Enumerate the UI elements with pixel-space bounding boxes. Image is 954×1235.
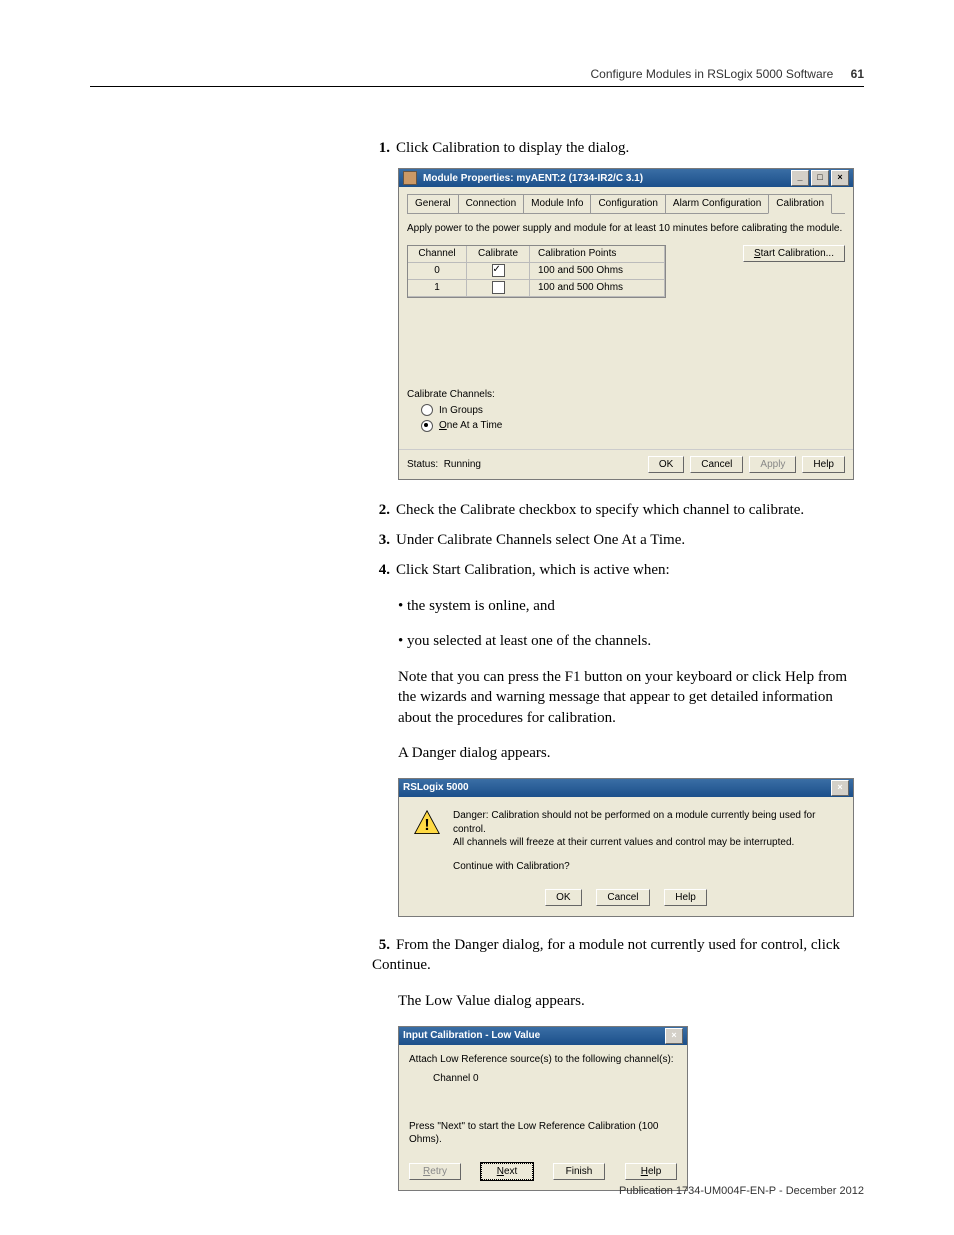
finish-button[interactable]: Finish — [553, 1163, 605, 1180]
step-4-note: Note that you can press the F1 button on… — [398, 667, 864, 728]
step-3: 3.Under Calibrate Channels select One At… — [372, 530, 864, 550]
dialog-title: Module Properties: myAENT:2 (1734-IR2/C … — [423, 172, 643, 186]
lv-line1: Attach Low Reference source(s) to the fo… — [409, 1053, 677, 1067]
step-4-bullet-1: • the system is online, and — [412, 596, 864, 616]
tab-strip: General Connection Module Info Configura… — [407, 193, 845, 214]
status-label: Status: — [407, 458, 438, 472]
publication-footer: Publication 1734-UM004F-EN-P - December … — [619, 1185, 864, 1197]
start-calibration-button[interactable]: Start Calibration... — [743, 245, 845, 262]
svg-text:!: ! — [424, 817, 429, 834]
warning-icon: ! — [413, 809, 441, 837]
low-value-intro: The Low Value dialog appears. — [398, 991, 864, 1011]
danger-dialog: RSLogix 5000 × ! Danger: Calibration sho… — [398, 778, 854, 917]
tab-module-info[interactable]: Module Info — [523, 194, 591, 213]
minimize-icon[interactable]: _ — [791, 170, 809, 186]
step-1: 1.Click Calibration to display the dialo… — [372, 138, 864, 158]
danger-ok-button[interactable]: OK — [545, 889, 581, 906]
col-calibrate: Calibrate — [467, 246, 530, 263]
danger-line-3: Continue with Calibration? — [453, 860, 839, 874]
close-icon[interactable]: × — [665, 1028, 683, 1044]
chapter-title: Configure Modules in RSLogix 5000 Softwa… — [590, 67, 833, 81]
calibrate-channels-label: Calibrate Channels: — [407, 388, 845, 402]
grid-row-1: 1 100 and 500 Ohms — [408, 280, 665, 297]
help-button[interactable]: Help — [802, 456, 845, 473]
dialog-titlebar: Module Properties: myAENT:2 (1734-IR2/C … — [399, 169, 853, 187]
page: Configure Modules in RSLogix 5000 Softwa… — [0, 0, 954, 1235]
low-value-titlebar: Input Calibration - Low Value × — [399, 1027, 687, 1045]
page-number: 61 — [851, 67, 864, 81]
channel-grid: Channel Calibrate Calibration Points 0 1… — [407, 245, 666, 298]
tab-alarm-configuration[interactable]: Alarm Configuration — [665, 194, 769, 213]
main-content: 1.Click Calibration to display the dialo… — [372, 138, 864, 1191]
col-points: Calibration Points — [530, 246, 665, 263]
header-rule — [90, 86, 864, 87]
close-icon[interactable]: × — [831, 780, 849, 796]
status-value: Running — [444, 458, 481, 472]
close-icon[interactable]: × — [831, 170, 849, 186]
lv-line3: Press "Next" to start the Low Reference … — [409, 1120, 677, 1147]
danger-help-button[interactable]: Help — [664, 889, 707, 906]
apply-button[interactable]: Apply — [749, 456, 796, 473]
step-5: 5.From the Danger dialog, for a module n… — [372, 935, 864, 976]
lv-channel: Channel 0 — [433, 1072, 677, 1086]
step-4-bullet-2: • you selected at least one of the chann… — [412, 631, 864, 651]
power-note: Apply power to the power supply and modu… — [407, 222, 845, 236]
maximize-icon[interactable]: □ — [811, 170, 829, 186]
calibrate-checkbox-1[interactable] — [492, 281, 505, 294]
col-channel: Channel — [408, 246, 467, 263]
tab-calibration[interactable]: Calibration — [768, 194, 832, 214]
low-value-dialog: Input Calibration - Low Value × Attach L… — [398, 1026, 688, 1191]
retry-button[interactable]: Retry — [409, 1163, 461, 1180]
tab-configuration[interactable]: Configuration — [590, 194, 665, 213]
radio-one-at-a-time[interactable]: One At a Time — [421, 419, 845, 433]
calibrate-checkbox-0[interactable] — [492, 264, 505, 277]
tab-connection[interactable]: Connection — [458, 194, 525, 213]
cancel-button[interactable]: Cancel — [690, 456, 743, 473]
danger-title: RSLogix 5000 — [403, 781, 469, 795]
danger-dialog-intro: A Danger dialog appears. — [398, 743, 864, 763]
next-button[interactable]: Next — [481, 1163, 533, 1180]
danger-line-1: Danger: Calibration should not be perfor… — [453, 809, 839, 836]
low-value-title: Input Calibration - Low Value — [403, 1029, 540, 1043]
danger-line-2: All channels will freeze at their curren… — [453, 836, 839, 850]
tab-general[interactable]: General — [407, 194, 459, 213]
module-properties-dialog: Module Properties: myAENT:2 (1734-IR2/C … — [398, 168, 854, 480]
app-icon — [403, 171, 417, 185]
danger-cancel-button[interactable]: Cancel — [596, 889, 649, 906]
ok-button[interactable]: OK — [648, 456, 684, 473]
step-2: 2.Check the Calibrate checkbox to specif… — [372, 500, 864, 520]
radio-in-groups[interactable]: In Groups — [421, 404, 845, 418]
danger-titlebar: RSLogix 5000 × — [399, 779, 853, 797]
step-4: 4.Click Start Calibration, which is acti… — [372, 560, 864, 580]
page-header: Configure Modules in RSLogix 5000 Softwa… — [590, 67, 864, 81]
lv-help-button[interactable]: Help — [625, 1163, 677, 1180]
grid-row-0: 0 100 and 500 Ohms — [408, 263, 665, 280]
